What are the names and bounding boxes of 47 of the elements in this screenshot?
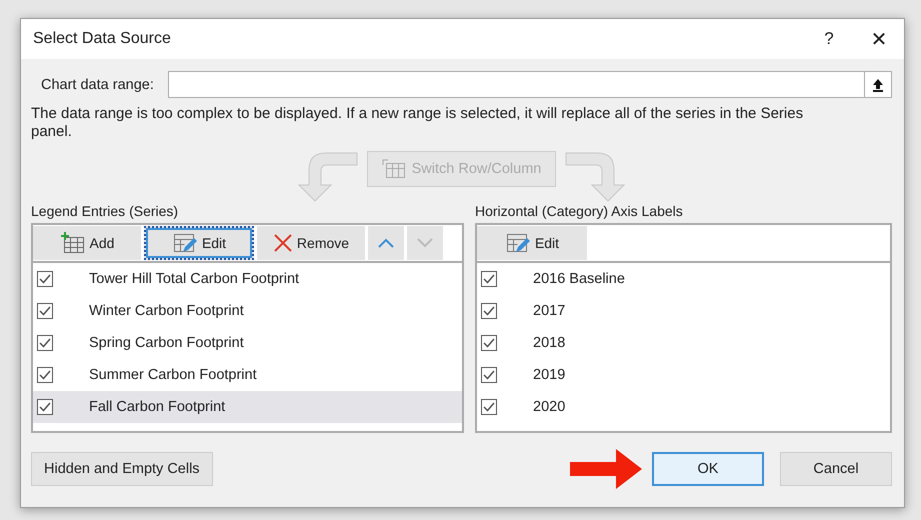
list-item[interactable]: 2019 xyxy=(477,359,890,391)
section-title: Legend Entries (Series) xyxy=(31,203,180,219)
table-edit-icon xyxy=(504,232,531,254)
list-item[interactable]: Winter Carbon Footprint xyxy=(33,295,462,327)
hidden-empty-cells-button[interactable]: Hidden and Empty Cells xyxy=(31,452,213,486)
section-title: Horizontal (Category) Axis Labels xyxy=(475,203,684,219)
list-item[interactable]: Summer Carbon Footprint xyxy=(33,359,462,391)
list-item[interactable]: 2016 Baseline xyxy=(477,263,890,295)
table-switch-icon xyxy=(382,159,406,179)
checkbox[interactable] xyxy=(37,367,53,383)
list-item[interactable]: Fall Carbon Footprint xyxy=(33,391,462,423)
checkbox[interactable] xyxy=(37,271,53,287)
help-button[interactable]: ? xyxy=(804,29,854,49)
input-field[interactable] xyxy=(168,71,892,98)
checkbox[interactable] xyxy=(481,271,497,287)
table-add-icon xyxy=(60,232,86,254)
window-title: Select Data Source xyxy=(33,30,172,48)
checkbox[interactable] xyxy=(481,303,497,319)
move-up-button[interactable] xyxy=(368,226,404,260)
list-item[interactable]: 2017 xyxy=(477,295,890,327)
edit-button[interactable]: Edit xyxy=(144,226,254,260)
edit-button[interactable]: Edit xyxy=(477,226,587,260)
remove-button[interactable]: Remove xyxy=(257,226,365,260)
chevron-up-icon xyxy=(377,237,395,249)
checkbox[interactable] xyxy=(37,399,53,415)
pointer-arrow-icon xyxy=(570,449,642,489)
info-text: The data range is too complex to be displayed. If a new range is selected, it will replace all of the series in the Series panel. xyxy=(31,105,804,141)
cancel-button[interactable]: Cancel xyxy=(780,452,892,486)
checkbox[interactable] xyxy=(37,335,53,351)
add-button[interactable]: Add xyxy=(33,226,141,260)
list-item[interactable]: 2020 xyxy=(477,391,890,423)
checkbox[interactable] xyxy=(481,399,497,415)
field-label: Chart data range: xyxy=(41,76,154,92)
chevron-down-icon xyxy=(416,237,434,249)
upload-icon xyxy=(872,78,884,92)
curved-arrow-icon xyxy=(564,151,626,203)
checkbox[interactable] xyxy=(481,367,497,383)
table-edit-icon xyxy=(172,232,198,254)
list-item[interactable]: Tower Hill Total Carbon Footprint xyxy=(33,263,462,295)
checkbox[interactable] xyxy=(37,303,53,319)
curved-arrow-icon xyxy=(296,151,359,203)
close-icon xyxy=(272,233,293,253)
ok-button[interactable]: OK xyxy=(652,452,764,486)
close-button[interactable]: ✕ xyxy=(854,26,904,52)
list-item[interactable]: 2018 xyxy=(477,327,890,359)
list-item[interactable]: Spring Carbon Footprint xyxy=(33,327,462,359)
checkbox[interactable] xyxy=(481,335,497,351)
